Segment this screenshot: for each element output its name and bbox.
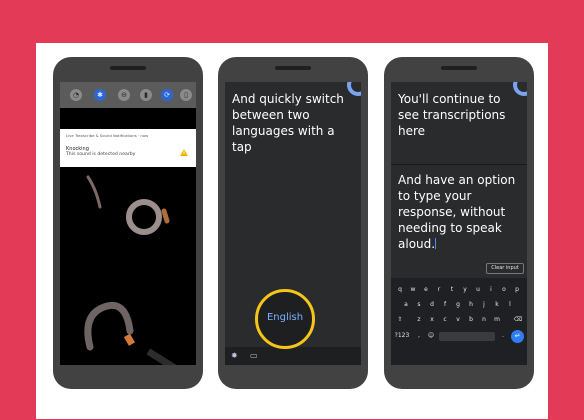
bluetooth-toggle-icon[interactable]: ✱: [94, 89, 106, 101]
quick-settings-bar: ◔ ✱ ⊖ ▮ ⟳ ▯: [60, 82, 196, 108]
phone-screen: You'll continue to see transcriptions he…: [391, 82, 527, 365]
decorative-shapes: [84, 175, 180, 365]
key-x[interactable]: x: [426, 314, 438, 326]
key-a[interactable]: a: [400, 299, 412, 311]
bottom-toolbar: ✸ ▭: [225, 347, 361, 365]
warning-icon: [180, 149, 188, 156]
key-z[interactable]: z: [413, 314, 425, 326]
key-g[interactable]: g: [452, 299, 464, 311]
typed-response-text: And have an option to type your response…: [398, 173, 516, 251]
key-p[interactable]: p: [511, 284, 523, 296]
key-k[interactable]: k: [491, 299, 503, 311]
key-q[interactable]: q: [394, 284, 406, 296]
comma-key[interactable]: ,: [413, 330, 425, 342]
battery-saver-icon[interactable]: ▯: [180, 89, 192, 101]
transcription-caption: You'll continue to see transcriptions he…: [398, 92, 506, 138]
wifi-toggle-icon[interactable]: ◔: [70, 89, 82, 101]
text-caret: [435, 238, 437, 249]
clear-input-button[interactable]: Clear input: [486, 263, 524, 274]
key-r[interactable]: r: [433, 284, 445, 296]
phone-language-switch: And quickly switch between two languages…: [218, 57, 368, 389]
settings-gear-icon[interactable]: ✸: [231, 352, 239, 360]
key-l[interactable]: l: [504, 299, 516, 311]
rotate-toggle-icon[interactable]: ⟳: [161, 89, 173, 101]
phone-sound-notifications: ◔ ✱ ⊖ ▮ ⟳ ▯ Live Transcribe & Sound Noti…: [53, 57, 203, 389]
space-bar[interactable]: [439, 332, 495, 341]
symbols-key[interactable]: ?123: [394, 330, 410, 342]
period-key[interactable]: .: [497, 330, 509, 342]
key-c[interactable]: c: [439, 314, 451, 326]
sound-notification-card[interactable]: Live Transcribe & Sound Notifications · …: [60, 129, 196, 167]
key-f[interactable]: f: [439, 299, 451, 311]
key-u[interactable]: u: [472, 284, 484, 296]
key-w[interactable]: w: [407, 284, 419, 296]
key-i[interactable]: i: [485, 284, 497, 296]
keyboard-icon[interactable]: ▭: [250, 352, 258, 360]
key-m[interactable]: m: [491, 314, 503, 326]
phone-type-response: You'll continue to see transcriptions he…: [384, 57, 534, 389]
caption-text: And quickly switch between two languages…: [232, 92, 344, 154]
notification-text: This sound is detected nearby: [66, 152, 136, 157]
keyboard-row-2: a s d f g h j k l: [391, 299, 527, 311]
shift-key-icon[interactable]: ⇧: [394, 314, 406, 326]
speaker-grille: [275, 66, 311, 70]
key-d[interactable]: d: [426, 299, 438, 311]
language-label: English: [266, 312, 304, 323]
flashlight-toggle-icon[interactable]: ▮: [140, 89, 152, 101]
key-j[interactable]: j: [478, 299, 490, 311]
speaker-grille: [441, 66, 477, 70]
dnd-toggle-icon[interactable]: ⊖: [118, 89, 130, 101]
enter-key-icon[interactable]: ↵: [511, 330, 524, 343]
key-y[interactable]: y: [459, 284, 471, 296]
onscreen-keyboard: q w e r t y u i o p a s d f g h j k l ⇧ …: [391, 278, 527, 365]
key-b[interactable]: b: [465, 314, 477, 326]
key-t[interactable]: t: [446, 284, 458, 296]
key-n[interactable]: n: [478, 314, 490, 326]
phone-screen: ◔ ✱ ⊖ ▮ ⟳ ▯ Live Transcribe & Sound Noti…: [60, 82, 196, 365]
key-h[interactable]: h: [465, 299, 477, 311]
keyboard-row-4: ?123 , ☺ . ↵: [391, 330, 527, 343]
section-divider: [391, 164, 527, 165]
key-o[interactable]: o: [498, 284, 510, 296]
backspace-key-icon[interactable]: ⌫: [512, 314, 524, 326]
speaker-grille: [110, 66, 146, 70]
emoji-key-icon[interactable]: ☺: [425, 330, 437, 342]
key-v[interactable]: v: [452, 314, 464, 326]
language-switch-button[interactable]: English: [255, 289, 315, 349]
keyboard-row-1: q w e r t y u i o p: [391, 284, 527, 296]
key-s[interactable]: s: [413, 299, 425, 311]
typed-response-field[interactable]: And have an option to type your response…: [398, 172, 516, 252]
keyboard-row-3: ⇧ z x c v b n m ⌫: [391, 314, 527, 326]
key-e[interactable]: e: [420, 284, 432, 296]
notification-app-line: Live Transcribe & Sound Notifications · …: [66, 133, 149, 138]
